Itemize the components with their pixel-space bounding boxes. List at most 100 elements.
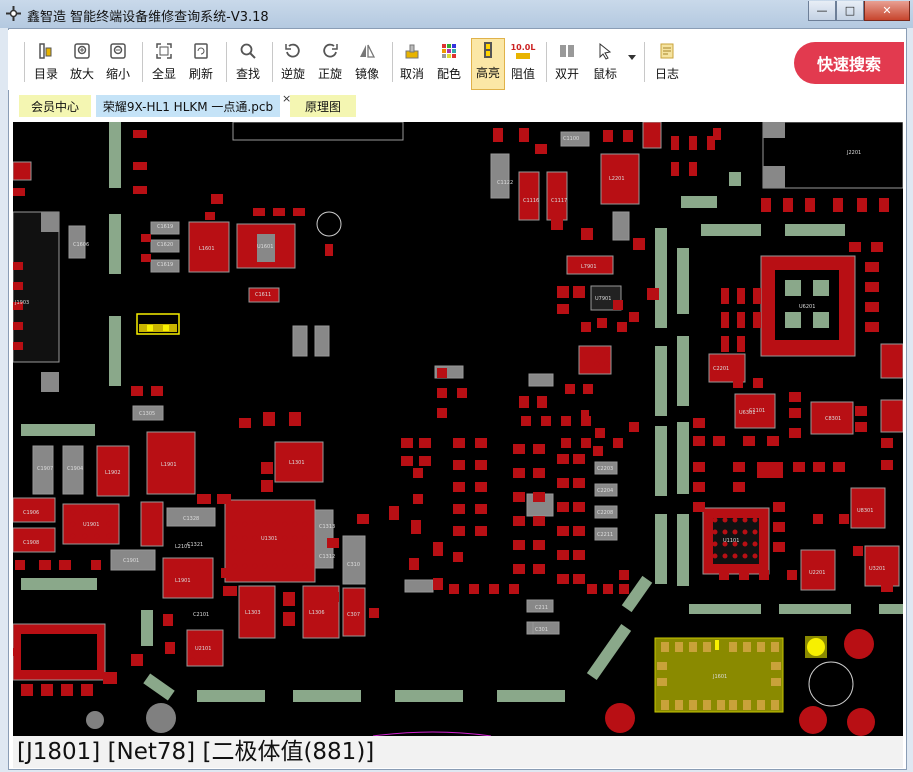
toolbar-mouse-button[interactable]: 鼠标 <box>593 40 617 86</box>
toolbar-mirror-button[interactable]: 镜像 <box>355 40 379 86</box>
pcb-label: U8301 <box>857 508 873 514</box>
toolbar-separator <box>142 42 143 82</box>
search-icon <box>237 40 259 62</box>
pcb-label: J1903 <box>14 300 29 306</box>
toolbar-separator <box>24 42 25 82</box>
pcb-label: C2211 <box>597 532 613 538</box>
tab-bar: 会员中心 荣耀9X-HL1 HLKM 一点通.pcb × 原理图 <box>10 92 903 119</box>
toolbar-label: 阻值 <box>511 67 536 81</box>
toolbar-label: 正旋 <box>318 67 343 81</box>
mouse-dropdown-arrow-icon[interactable] <box>628 55 636 60</box>
app-logo-icon <box>6 6 21 21</box>
tab-pcb-file-label: 荣耀9X-HL1 HLKM 一点通.pcb <box>102 99 274 114</box>
resistance-icon: 10.0L <box>510 40 536 62</box>
toolbar: 目录 放大 缩小 全显 刷新 查找 逆旋 正旋 镜像 取消 配色 高亮 10.0… <box>8 30 905 90</box>
tab-pcb-file[interactable]: 荣耀9X-HL1 HLKM 一点通.pcb <box>96 95 280 117</box>
pcb-label: C1606 <box>73 242 89 248</box>
pcb-label: U1601 <box>257 244 273 250</box>
toolbar-label: 双开 <box>555 67 580 81</box>
highlight-icon <box>477 39 499 61</box>
pcb-label: U6201 <box>799 304 815 310</box>
rotate-ccw-icon <box>282 40 304 62</box>
palette-icon <box>438 40 460 62</box>
toolbar-refresh-button[interactable]: 刷新 <box>189 40 213 86</box>
pcb-label: L1901 <box>175 578 191 584</box>
zoom-out-icon <box>107 40 129 62</box>
pcb-label: L1303 <box>245 610 261 616</box>
toolbar-label: 高亮 <box>475 66 500 80</box>
window-title: 鑫智造 智能终端设备维修查询系统-V3.18 <box>27 10 269 25</box>
pcb-label: C2201 <box>713 366 729 372</box>
toolbar-highlight-button[interactable]: 高亮 <box>471 38 505 90</box>
title-bar[interactable]: 鑫智造 智能终端设备维修查询系统-V3.18 — □ ✕ <box>0 0 913 28</box>
toolbar-rotate-cw-button[interactable]: 正旋 <box>318 40 342 86</box>
status-bar: [J1801] [Net78] [二极体值(881)] <box>13 736 903 768</box>
toolbar-rotate-ccw-button[interactable]: 逆旋 <box>281 40 305 86</box>
toolbar-resistance-button[interactable]: 10.0L 阻值 <box>510 40 536 86</box>
pcb-label: C1620 <box>157 242 173 248</box>
toolbar-zoom-in-button[interactable]: 放大 <box>70 40 94 86</box>
toolbar-search-button[interactable]: 查找 <box>236 40 260 86</box>
zoom-in-icon <box>71 40 93 62</box>
close-button[interactable]: ✕ <box>864 1 910 21</box>
tab-member-center[interactable]: 会员中心 <box>19 95 91 117</box>
pcb-label: C1101 <box>749 408 765 414</box>
toolbar-label: 刷新 <box>189 67 214 81</box>
pcb-label: C1901 <box>123 558 139 564</box>
pcb-label: C310 <box>347 562 360 568</box>
pcb-label: L1601 <box>199 246 215 252</box>
highlighted-component[interactable] <box>136 313 180 335</box>
pcb-label: C1312 <box>319 554 335 560</box>
toolbar-dual-open-button[interactable]: 双开 <box>555 40 579 86</box>
tab-schematic[interactable]: 原理图 <box>290 95 356 117</box>
toolbar-separator <box>644 42 645 82</box>
toolbar-label: 日志 <box>655 67 680 81</box>
pcb-label: U2201 <box>809 570 825 576</box>
pcb-label: L1901 <box>161 462 177 468</box>
pcb-label: C1619 <box>157 262 173 268</box>
pcb-label: C1619 <box>157 224 173 230</box>
minimize-button[interactable]: — <box>808 1 836 21</box>
pcb-label: C1328 <box>183 516 199 522</box>
toolbar-fit-all-button[interactable]: 全显 <box>152 40 176 86</box>
pcb-board-drawing[interactable]: J2201 L2201 C1122 C1116 C1117 L7901 U790… <box>13 122 903 736</box>
pcb-label: C2208 <box>597 510 613 516</box>
mouse-cursor-icon <box>594 40 616 62</box>
toolbar-separator <box>392 42 393 82</box>
pcb-label: C8301 <box>825 416 841 422</box>
pcb-label: U1901 <box>83 522 99 528</box>
dual-open-icon <box>556 40 578 62</box>
pcb-label: L2101 <box>175 544 191 550</box>
toolbar-palette-button[interactable]: 配色 <box>437 40 461 86</box>
pcb-label: C1100 <box>563 136 579 142</box>
toolbar-separator <box>226 42 227 82</box>
toolbar-label: 放大 <box>70 67 95 81</box>
quick-search-button[interactable]: 快速搜索 <box>794 42 904 84</box>
pcb-label: C301 <box>535 627 548 633</box>
toolbar-zoom-out-button[interactable]: 缩小 <box>106 40 130 86</box>
pcb-label: L7901 <box>581 264 597 270</box>
toolbar-catalog-button[interactable]: 目录 <box>34 40 58 86</box>
toolbar-log-button[interactable]: 日志 <box>655 40 679 86</box>
pcb-label: C1116 <box>523 198 539 204</box>
toolbar-cancel-button[interactable]: 取消 <box>400 40 424 86</box>
pcb-label: C1313 <box>319 524 335 530</box>
pcb-label: U1101 <box>723 538 739 544</box>
toolbar-label: 镜像 <box>355 67 380 81</box>
pcb-label: L2201 <box>609 176 625 182</box>
pcb-label: C2101 <box>193 612 209 618</box>
pcb-label: C1906 <box>23 510 39 516</box>
toolbar-label: 目录 <box>34 67 59 81</box>
bga-ball-array <box>70 349 758 663</box>
maximize-button[interactable]: □ <box>836 1 864 21</box>
resistance-icon-text: 10.0L <box>510 42 536 52</box>
toolbar-label: 鼠标 <box>593 67 618 81</box>
pcb-label: C2204 <box>597 488 613 494</box>
toolbar-label: 配色 <box>437 67 462 81</box>
pcb-label: C1907 <box>37 466 53 472</box>
pcb-label: C307 <box>347 612 360 618</box>
pcb-board-view[interactable]: J2201 L2201 C1122 C1116 C1117 L7901 U790… <box>13 122 903 736</box>
pcb-label: U7901 <box>595 296 611 302</box>
pcb-label: C1305 <box>139 411 155 417</box>
rotate-cw-icon <box>319 40 341 62</box>
